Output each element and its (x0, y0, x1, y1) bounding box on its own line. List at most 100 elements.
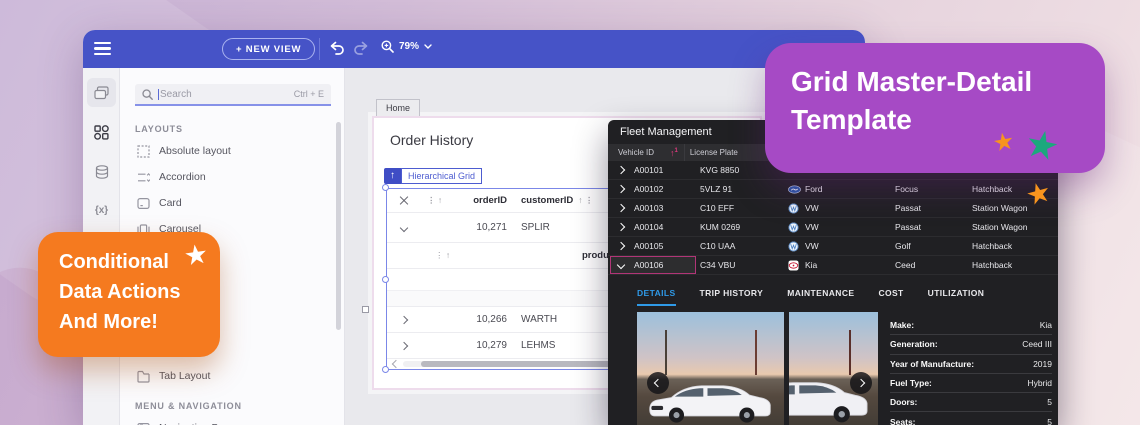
sidebar-section-heading: LAYOUTS (135, 124, 183, 134)
orange-star-icon: ★ (990, 127, 1017, 158)
rail-item-pages[interactable] (87, 78, 116, 107)
vehicle-id-cell: A00105 (634, 241, 664, 251)
rail-item-components[interactable] (87, 118, 116, 147)
promo-text-line3: And More! (59, 311, 158, 333)
row-expander-icon[interactable] (608, 203, 634, 213)
undo-icon[interactable] (329, 41, 345, 56)
detail-value: Kia (1039, 320, 1052, 331)
tab-utilization[interactable]: UTILIZATION (928, 288, 985, 306)
tab-details[interactable]: DETAILS (637, 288, 676, 306)
column-sort-menu-icons[interactable]: ↑ ⋮ (578, 195, 593, 206)
brand-cell: Ford (805, 184, 823, 194)
canvas-tab-home[interactable]: Home (376, 99, 421, 116)
fleet-detail-tabs: DETAILS TRIP HISTORY MAINTENANCE COST UTILIZ… (637, 288, 984, 306)
brand-cell: VW (805, 222, 819, 232)
brand-cell: VW (805, 203, 819, 213)
hero-banner: + NEW VIEW 79% {x} Search Ctrl + E LAYOU… (0, 0, 1140, 425)
components-icon (94, 125, 109, 140)
fleet-row[interactable]: A00105 C10 UAA VW Golf Hatchback (608, 237, 1058, 256)
sidebar-item-tab-layout[interactable]: Tab Layout (120, 363, 344, 389)
selection-handle-top-left[interactable] (382, 184, 389, 191)
row-expander-icon[interactable] (387, 223, 421, 232)
ford-logo-icon (788, 185, 805, 194)
detail-row: Fuel Type: Hybrid (890, 374, 1052, 394)
page-title: Order History (390, 132, 474, 148)
detail-value: 2019 (1033, 358, 1052, 369)
row-expander-icon[interactable] (387, 315, 421, 324)
tab-maintenance[interactable]: MAINTENANCE (787, 288, 854, 306)
detail-label: Year of Manufacture: (890, 358, 975, 369)
vehicle-id-cell: A00104 (634, 222, 664, 232)
zoom-control[interactable]: 79% (381, 40, 432, 53)
white-star-icon: ★ (181, 238, 211, 272)
tab-cost[interactable]: COST (878, 288, 903, 306)
detail-value: Hybrid (1027, 378, 1052, 389)
green-star-icon: ★ (1021, 121, 1064, 171)
top-toolbar: + NEW VIEW 79% (83, 30, 865, 68)
sidebar-scrollbar[interactable] (336, 122, 341, 330)
license-plate-cell: C10 EFF (700, 203, 735, 213)
license-plate-cell: C10 UAA (700, 241, 736, 251)
hamburger-menu-icon[interactable] (94, 42, 111, 55)
column-header-vehicle-id[interactable]: Vehicle ID (608, 148, 670, 157)
row-expander-icon[interactable] (387, 341, 421, 350)
carousel-prev-button[interactable] (647, 372, 669, 394)
vehicle-photo (789, 312, 878, 425)
selection-tag[interactable]: ↑ Hierarchical Grid (384, 168, 483, 184)
redo-icon[interactable] (353, 41, 369, 56)
column-header-orderid[interactable]: orderID (473, 195, 507, 206)
sort-ascending-icon[interactable]: ↑1 (670, 148, 678, 158)
toolbar-divider (319, 38, 320, 60)
vehicle-id-cell: A00102 (634, 184, 664, 194)
fleet-row[interactable]: A00106 C34 VBU Kia Ceed Hatchback (608, 256, 1058, 275)
card-icon (137, 197, 150, 210)
artboard-resize-handle[interactable] (362, 306, 369, 313)
vehicle-details-list: Make: Kia Generation: Ceed III Year of Manuf… (890, 316, 1052, 425)
selection-handle-mid-left[interactable] (382, 276, 389, 283)
sidebar-item-accordion[interactable]: Accordion (120, 164, 344, 190)
fleet-row[interactable]: A00104 KUM 0269 VW Passat Station Wagon (608, 218, 1058, 237)
detail-row: Year of Manufacture: 2019 (890, 355, 1052, 374)
row-expander-icon[interactable] (608, 241, 634, 251)
selection-handle-bottom-left[interactable] (382, 366, 389, 373)
carousel-next-button[interactable] (850, 372, 872, 394)
row-expander-icon[interactable] (608, 184, 634, 194)
column-menu-icons[interactable]: ⋮ ↑ (421, 195, 442, 206)
license-plate-cell: 5VLZ 91 (700, 184, 733, 194)
fleet-panel-title: Fleet Management (620, 126, 712, 138)
search-input[interactable]: Search Ctrl + E (135, 84, 331, 106)
order-id-cell: 10,266 (476, 314, 507, 325)
selection-label: Hierarchical Grid (401, 168, 483, 184)
fleet-row[interactable]: A00103 C10 EFF VW Passat Station Wagon (608, 199, 1058, 218)
customer-id-cell: WARTH (521, 314, 558, 325)
detail-row: Seats: 5 (890, 412, 1052, 425)
tab-trip-history[interactable]: TRIP HISTORY (700, 288, 764, 306)
new-view-button[interactable]: + NEW VIEW (222, 38, 316, 60)
sidebar-item-navigation-bar[interactable]: Navigation Bar (120, 415, 344, 425)
accordion-icon (137, 171, 150, 184)
model-cell: Passat (895, 222, 921, 232)
text-caret (158, 88, 159, 100)
column-menu-icons[interactable]: ⋮ ↑ (387, 250, 450, 261)
rail-item-expressions[interactable]: {x} (87, 196, 116, 225)
row-expander-icon[interactable] (608, 222, 634, 232)
collapse-all-icon[interactable] (387, 192, 421, 209)
brand-cell: VW (805, 241, 819, 251)
search-placeholder: Search (160, 88, 192, 100)
model-cell: Focus (895, 184, 919, 194)
column-header-license-plate[interactable]: License Plate (685, 148, 738, 157)
detail-value: Ceed III (1022, 339, 1052, 350)
sidebar-item-card[interactable]: Card (120, 190, 344, 216)
fleet-row[interactable]: A00102 5VLZ 91 Ford Focus Hatchback (608, 180, 1058, 199)
column-header-customerid[interactable]: customerID (521, 195, 573, 206)
detail-label: Seats: (890, 416, 916, 425)
sidebar-item-absolute-layout[interactable]: Absolute layout (120, 138, 344, 164)
rail-item-data[interactable] (87, 158, 116, 187)
promo-badge-conditional: Conditional Data Actions And More! ★ (38, 232, 220, 357)
detail-label: Make: (890, 320, 915, 331)
row-expander-icon[interactable] (608, 165, 634, 175)
sidebar-item-label: Tab Layout (159, 370, 211, 382)
promo-text-line2: Data Actions (59, 281, 181, 303)
vehicle-photo-carousel (637, 312, 878, 425)
chevron-down-icon (424, 44, 432, 49)
